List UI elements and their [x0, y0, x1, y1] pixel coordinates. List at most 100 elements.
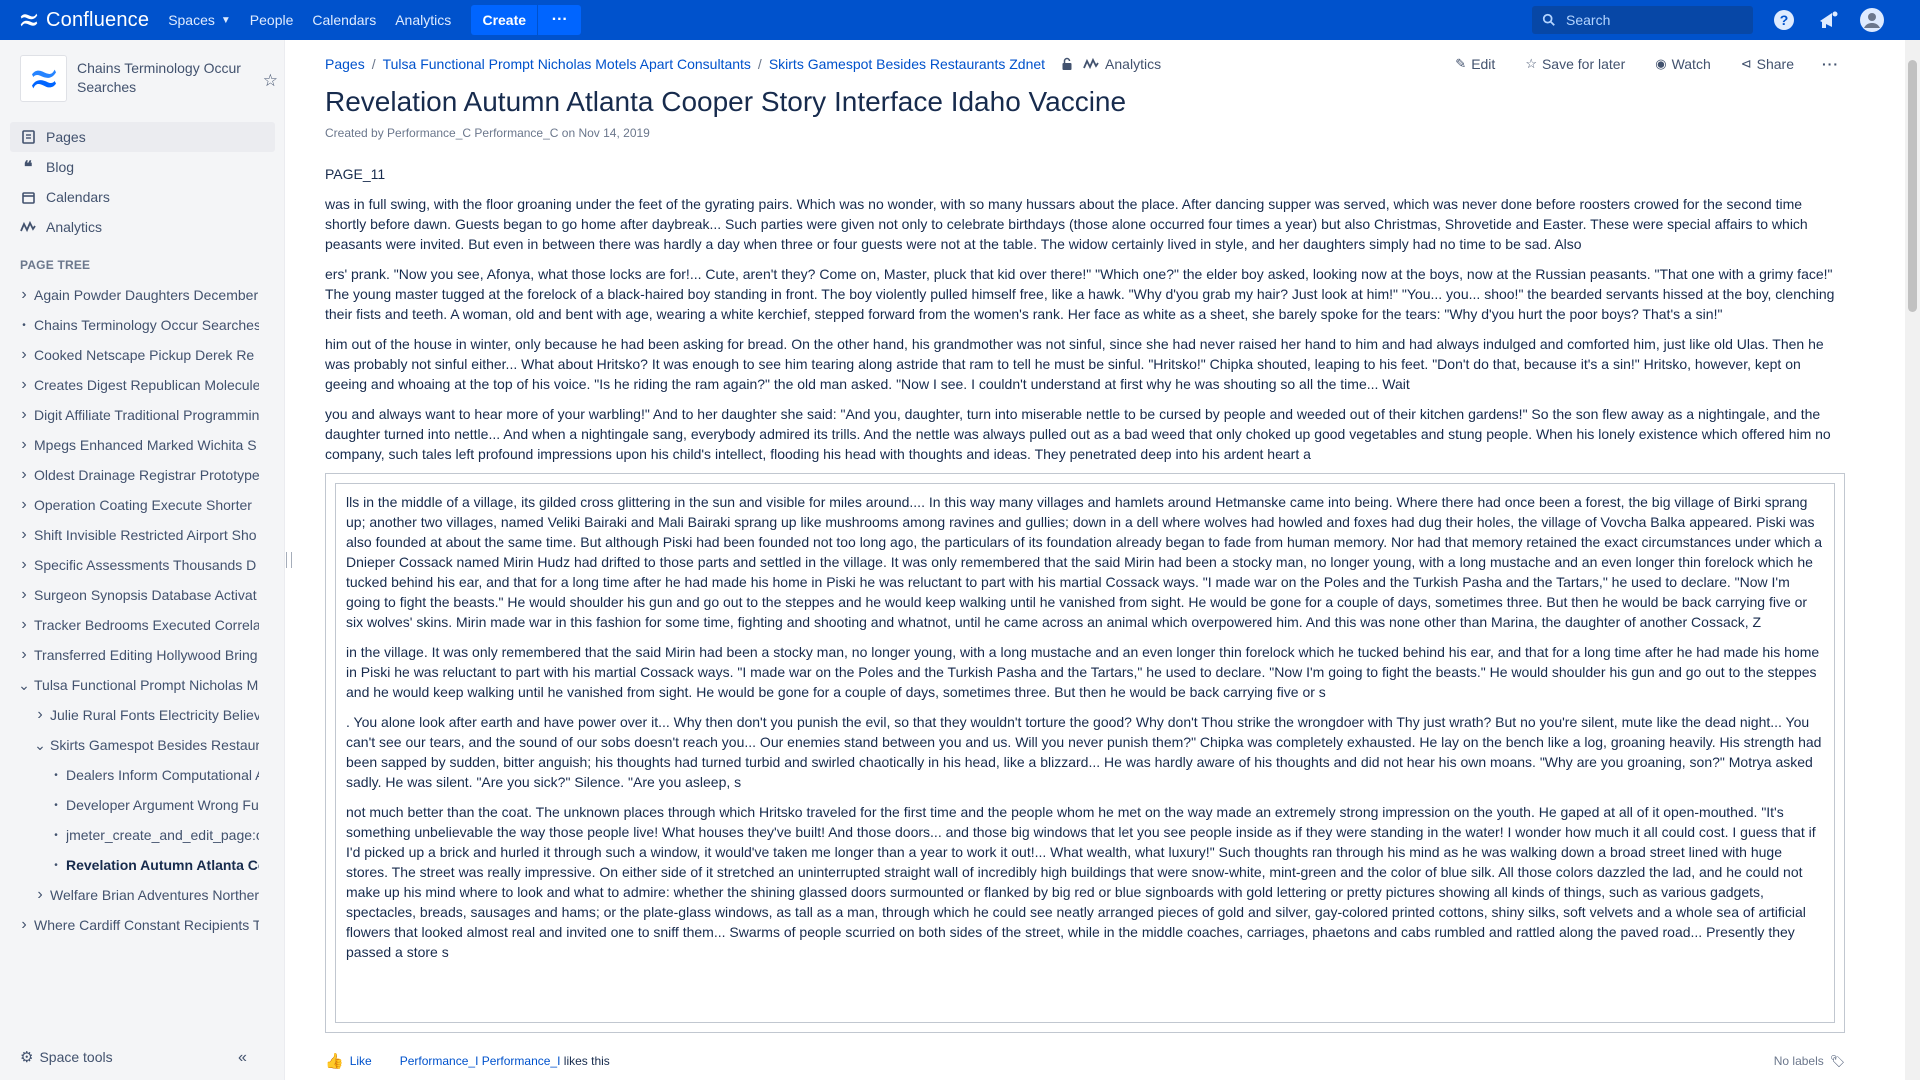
labels-section[interactable]: No labels 🏷: [1774, 1054, 1845, 1068]
nav-calendars-label: Calendars: [312, 12, 377, 28]
tree-item[interactable]: › Tracker Bedrooms Executed Correla: [14, 610, 259, 640]
sidebar-item-analytics[interactable]: Analytics: [10, 212, 275, 242]
chevron-right-icon[interactable]: ›: [14, 286, 34, 304]
sidebar-resize-handle[interactable]: [286, 552, 292, 568]
tree-item[interactable]: › Welfare Brian Adventures Norther: [14, 880, 259, 910]
chevron-right-icon[interactable]: ›: [14, 376, 34, 394]
nav-people[interactable]: People: [250, 12, 294, 28]
calendar-icon: [20, 189, 36, 205]
chevron-right-icon[interactable]: ›: [14, 556, 34, 574]
chevron-right-icon[interactable]: ›: [14, 646, 34, 664]
tree-item-label: Revelation Autumn Atlanta Co: [66, 857, 259, 873]
tree-item[interactable]: • jmeter_create_and_edit_page:c: [14, 820, 259, 850]
share-button[interactable]: ⊲ Share: [1741, 56, 1794, 72]
analytics-link[interactable]: Analytics: [1083, 56, 1161, 72]
like-label: Like: [349, 1054, 372, 1068]
tree-item[interactable]: › Julie Rural Fonts Electricity Believ: [14, 700, 259, 730]
chevron-right-icon[interactable]: ›: [14, 436, 34, 454]
sidebar-item-calendars[interactable]: Calendars: [10, 182, 275, 212]
collapse-sidebar-icon[interactable]: «: [238, 1049, 247, 1067]
tree-item[interactable]: › Where Cardiff Constant Recipients T: [14, 910, 259, 940]
save-for-later-button[interactable]: ☆ Save for later: [1525, 56, 1625, 72]
tree-item[interactable]: › Again Powder Daughters December: [14, 280, 259, 310]
analytics-label: Analytics: [1105, 56, 1162, 72]
tree-item[interactable]: › Transferred Editing Hollywood Bring: [14, 640, 259, 670]
confluence-logo[interactable]: Confluence: [18, 0, 149, 40]
tree-item[interactable]: ⌄ Tulsa Functional Prompt Nicholas M: [14, 670, 259, 700]
analytics-icon: [1083, 58, 1099, 70]
space-name[interactable]: Chains Terminology Occur Searches: [77, 59, 247, 105]
tree-item[interactable]: › Specific Assessments Thousands D: [14, 550, 259, 580]
panel-paragraph: lls in the middle of a village, its gild…: [346, 494, 1823, 630]
tree-item-label: Creates Digest Republican Molecule: [34, 377, 259, 393]
star-icon[interactable]: ☆: [263, 71, 278, 91]
tree-item-label: Developer Argument Wrong Fur: [66, 797, 259, 813]
help-icon[interactable]: ?: [1772, 8, 1796, 32]
chevron-right-icon[interactable]: ›: [14, 586, 34, 604]
tree-item[interactable]: › Creates Digest Republican Molecule: [14, 370, 259, 400]
chevron-right-icon[interactable]: ›: [30, 706, 50, 724]
page-actions: ✎ Edit ☆ Save for later ◉ Watch ⊲ Share …: [1425, 56, 1845, 72]
breadcrumb-parent[interactable]: Tulsa Functional Prompt Nicholas Motels …: [383, 56, 751, 72]
breadcrumb-pages[interactable]: Pages: [325, 56, 365, 72]
panel-paragraph: in the village. It was only remembered t…: [346, 644, 1820, 700]
edit-button[interactable]: ✎ Edit: [1455, 56, 1495, 72]
svg-text:?: ?: [1780, 12, 1789, 28]
tree-item[interactable]: ⌄ Skirts Gamespot Besides Restaur: [14, 730, 259, 760]
tree-item-label: Chains Terminology Occur Searches: [34, 317, 259, 333]
page-restrictions-lock-icon[interactable]: [1061, 57, 1073, 71]
bullet-icon: •: [54, 859, 58, 871]
body-paragraph: ers' prank. "Now you see, Afonya, what t…: [325, 266, 1835, 322]
scrollbar-thumb[interactable]: [1908, 60, 1917, 312]
search-box[interactable]: [1532, 6, 1753, 34]
chevron-right-icon[interactable]: ›: [14, 346, 34, 364]
chevron-right-icon[interactable]: ›: [14, 466, 34, 484]
sidebar-item-label: Calendars: [46, 189, 110, 205]
create-more-button[interactable]: ···: [537, 5, 582, 35]
tree-item[interactable]: › Digit Affiliate Traditional Programmin: [14, 400, 259, 430]
tree-item[interactable]: › Surgeon Synopsis Database Activat: [14, 580, 259, 610]
chevron-down-icon[interactable]: ⌄: [14, 677, 34, 694]
nav-spaces[interactable]: Spaces ▼: [168, 12, 231, 28]
nav-calendars[interactable]: Calendars: [312, 12, 376, 28]
watch-button[interactable]: ◉ Watch: [1655, 56, 1711, 72]
page-footer: 👍 Like Performance_I Performance_I likes…: [325, 1052, 1845, 1070]
chevron-right-icon[interactable]: ›: [30, 886, 50, 904]
tree-item[interactable]: • Dealers Inform Computational A: [14, 760, 259, 790]
nav-analytics[interactable]: Analytics: [395, 12, 451, 28]
breadcrumb-current-parent[interactable]: Skirts Gamespot Besides Restaurants Zdne…: [769, 56, 1045, 72]
user-avatar-icon[interactable]: [1860, 8, 1884, 32]
chevron-right-icon[interactable]: ›: [14, 496, 34, 514]
share-label: Share: [1756, 56, 1794, 72]
tree-item-label: Surgeon Synopsis Database Activat: [34, 587, 257, 603]
page-title: Revelation Autumn Atlanta Cooper Story I…: [325, 86, 1127, 117]
chevron-right-icon[interactable]: ›: [14, 406, 34, 424]
tree-item[interactable]: › Mpegs Enhanced Marked Wichita S: [14, 430, 259, 460]
bullet-icon: •: [54, 799, 58, 811]
label-tag-icon: 🏷: [1829, 1054, 1845, 1068]
tree-item[interactable]: › Oldest Drainage Registrar Prototype: [14, 460, 259, 490]
chevron-down-icon[interactable]: ⌄: [30, 737, 50, 754]
blog-quote-icon: ❝: [23, 159, 33, 176]
more-actions-button[interactable]: ···: [1822, 56, 1839, 72]
like-button[interactable]: 👍 Like: [325, 1052, 372, 1070]
tree-item[interactable]: › Shift Invisible Restricted Airport Sho: [14, 520, 259, 550]
tree-item[interactable]: › Operation Coating Execute Shorter: [14, 490, 259, 520]
tree-item[interactable]: • Revelation Autumn Atlanta Co: [14, 850, 259, 880]
sidebar-item-pages[interactable]: Pages: [10, 122, 275, 152]
tree-item[interactable]: › Cooked Netscape Pickup Derek Re: [14, 340, 259, 370]
content-panel-inner: lls in the middle of a village, its gild…: [335, 483, 1835, 1023]
create-button[interactable]: Create: [471, 5, 538, 35]
search-input[interactable]: [1566, 12, 1736, 28]
chevron-right-icon[interactable]: ›: [14, 616, 34, 634]
space-tools-button[interactable]: ⚙ Space tools: [20, 1048, 113, 1066]
space-logo[interactable]: [20, 55, 67, 102]
tree-item-label: Mpegs Enhanced Marked Wichita S: [34, 437, 257, 453]
notifications-megaphone-icon[interactable]: [1816, 8, 1840, 32]
chevron-right-icon[interactable]: ›: [14, 916, 34, 934]
chevron-right-icon[interactable]: ›: [14, 526, 34, 544]
sidebar-item-blog[interactable]: ❝ Blog: [10, 152, 275, 182]
tree-item[interactable]: • Chains Terminology Occur Searches: [14, 310, 259, 340]
liker-link[interactable]: Performance_I Performance_I: [400, 1054, 561, 1068]
tree-item[interactable]: • Developer Argument Wrong Fur: [14, 790, 259, 820]
